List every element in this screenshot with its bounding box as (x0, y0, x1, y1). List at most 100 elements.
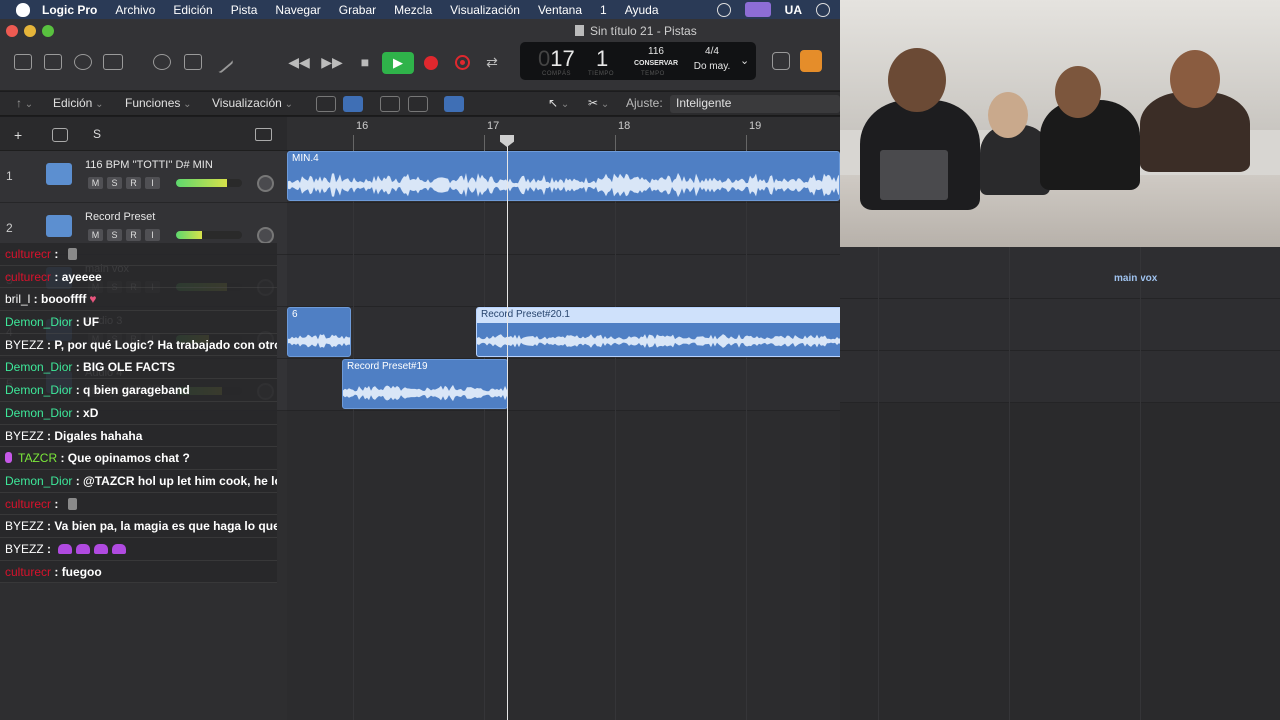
region-audio3-a[interactable]: 6 (287, 307, 351, 357)
bar-ruler[interactable]: 16 17 18 19 (287, 117, 840, 151)
functions-menu[interactable]: Funciones (125, 96, 192, 110)
inspector-icon[interactable] (44, 54, 62, 70)
close-window-button[interactable] (6, 25, 18, 37)
editors-icon[interactable] (209, 50, 235, 74)
chat-message: BYEZZ : (0, 537, 277, 561)
webcam-head-2 (988, 92, 1028, 138)
sync-icon[interactable] (716, 2, 731, 17)
track-alternatives-icon[interactable] (255, 128, 272, 141)
view-menu[interactable]: Visualización (212, 96, 293, 110)
chat-username[interactable]: Demon_Dior (5, 474, 72, 488)
snap-select[interactable]: Inteligente (670, 95, 840, 113)
edit-menu[interactable]: Edición (53, 96, 104, 110)
pan-knob[interactable] (257, 227, 274, 244)
mute-button[interactable]: M (88, 177, 103, 189)
region-record-preset-19-label: Record Preset#19 (347, 361, 428, 372)
menu-visualizacion[interactable]: Visualización (450, 3, 520, 17)
chat-username[interactable]: culturecr (5, 247, 51, 261)
track-name[interactable]: 116 BPM ''TOTTI'' D# MIN (85, 159, 213, 171)
track-lane-2[interactable] (287, 203, 840, 255)
cycle-button[interactable]: ⇄ (480, 52, 504, 72)
lcd-display[interactable]: 017 1 COMPÁS TIEMPO 116 CONSERVAR TEMPO … (520, 42, 756, 80)
menu-ventana[interactable]: Ventana (538, 3, 582, 17)
input-language[interactable]: UA (785, 3, 802, 17)
solo-button[interactable]: S (107, 177, 122, 189)
chat-username[interactable]: Demon_Dior (5, 406, 72, 420)
menu-ayuda[interactable]: Ayuda (625, 3, 659, 17)
chat-username[interactable]: Demon_Dior (5, 360, 72, 374)
region-record-preset-19[interactable]: Record Preset#19 (342, 359, 508, 409)
chat-username[interactable]: culturecr (5, 565, 51, 579)
chat-username[interactable]: BYEZZ (5, 542, 44, 556)
chat-username[interactable]: BYEZZ (5, 519, 44, 533)
chat-message: Demon_Dior : BIG OLE FACTS (0, 356, 277, 380)
record-enable-button[interactable]: R (126, 177, 141, 189)
mixer-icon[interactable] (184, 54, 202, 70)
forward-button[interactable]: ▶▶ (320, 52, 344, 72)
region-beat[interactable]: MIN.4 (287, 151, 840, 201)
rewind-button[interactable]: ◀◀ (287, 52, 311, 72)
menu-app[interactable]: Logic Pro (42, 3, 97, 17)
marquee-tool-icon[interactable]: ✂ (588, 96, 609, 110)
minimize-window-button[interactable] (24, 25, 36, 37)
input-monitor-button[interactable]: I (145, 229, 160, 241)
add-track-button[interactable]: + (14, 127, 22, 143)
catch-icon[interactable] (444, 96, 464, 112)
arrange-area-right: main vox (840, 247, 1280, 720)
chat-username[interactable]: culturecr (5, 497, 51, 511)
track-name[interactable]: Record Preset (85, 211, 155, 223)
library-icon[interactable] (14, 54, 32, 70)
stop-button[interactable]: ■ (353, 52, 377, 72)
list-editors-icon[interactable] (772, 52, 790, 70)
menu-1[interactable]: 1 (600, 3, 607, 17)
menu-pista[interactable]: Pista (231, 3, 258, 17)
volume-fader[interactable] (176, 179, 242, 187)
chat-username[interactable]: BYEZZ (5, 338, 44, 352)
toolbar-icon[interactable] (103, 54, 123, 70)
back-icon[interactable]: ↑ (16, 96, 33, 110)
chat-username[interactable]: TAZCR (18, 451, 57, 465)
waveform-icon (46, 215, 72, 237)
input-monitor-button[interactable]: I (145, 177, 160, 189)
chat-username[interactable]: culturecr (5, 270, 51, 284)
chat-username[interactable]: Demon_Dior (5, 315, 72, 329)
playhead[interactable] (507, 135, 508, 720)
pointer-tool-icon[interactable]: ↖ (548, 96, 569, 110)
menu-mezcla[interactable]: Mezcla (394, 3, 432, 17)
menu-navegar[interactable]: Navegar (275, 3, 320, 17)
chevron-down-icon[interactable]: ⌄ (740, 54, 749, 67)
volume-fader[interactable] (176, 231, 242, 239)
help-icon[interactable] (74, 54, 92, 70)
display-icon[interactable] (744, 2, 771, 17)
chat-username[interactable]: BYEZZ (5, 429, 44, 443)
solo-button[interactable]: S (107, 229, 122, 241)
flex-icon[interactable] (408, 96, 428, 112)
menu-archivo[interactable]: Archivo (115, 3, 155, 17)
arrange-area[interactable]: 16 17 18 19 MIN.4 6 Record Preset#20.1 R… (287, 117, 1061, 720)
pan-knob[interactable] (257, 175, 274, 192)
list-view-icon[interactable] (343, 96, 363, 112)
zoom-window-button[interactable] (42, 25, 54, 37)
global-solo-button[interactable]: S (93, 127, 101, 141)
menu-grabar[interactable]: Grabar (339, 3, 376, 17)
record-enable-button[interactable]: R (126, 229, 141, 241)
music-icon[interactable] (816, 2, 830, 17)
track-lane-3[interactable] (287, 255, 840, 307)
duplicate-track-icon[interactable] (52, 128, 68, 142)
mute-button[interactable]: M (88, 229, 103, 241)
chat-text: boooffff (41, 292, 87, 307)
play-button[interactable]: ▶ (382, 52, 414, 74)
lcd-bar-caption: COMPÁS (542, 71, 572, 77)
smart-controls-icon[interactable] (153, 54, 171, 70)
menu-edicion[interactable]: Edición (173, 3, 212, 17)
metronome-icon[interactable] (800, 50, 822, 72)
capture-recording-button[interactable] (455, 55, 470, 70)
track-header-1[interactable]: 1 116 BPM ''TOTTI'' D# MIN M S R I (0, 151, 287, 203)
apple-icon[interactable] (16, 2, 30, 17)
chat-message: TAZCR : Que opinamos chat ? (0, 447, 277, 470)
chat-username[interactable]: bril_l (5, 292, 30, 306)
chat-username[interactable]: Demon_Dior (5, 383, 72, 397)
grid-view-icon[interactable] (316, 96, 336, 112)
automation-icon[interactable] (380, 96, 400, 112)
record-button[interactable] (424, 56, 438, 70)
